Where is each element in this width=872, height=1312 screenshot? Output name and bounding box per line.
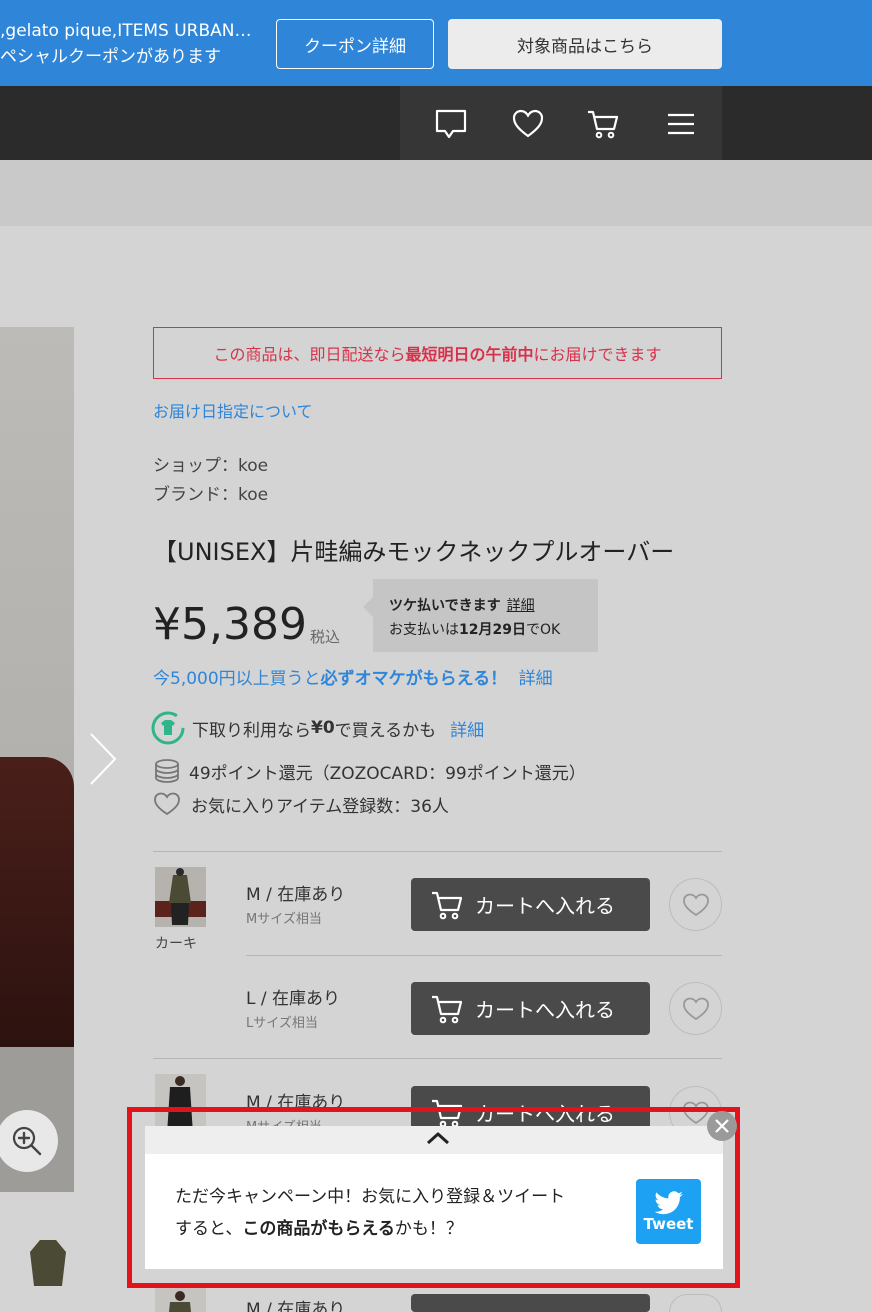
bonus-detail-link[interactable]: 詳細	[519, 669, 553, 689]
top-nav	[0, 86, 872, 160]
pay-date: 12月29日	[459, 622, 526, 638]
variant-size: L / 在庫あり	[246, 989, 341, 1009]
sofa-graphic	[0, 757, 74, 1047]
tweet-button[interactable]: Tweet	[636, 1179, 701, 1244]
variant-thumbnail[interactable]	[155, 1288, 206, 1312]
heart-icon[interactable]	[511, 108, 545, 140]
chevron-up-icon[interactable]	[426, 1131, 450, 1145]
favorites-row: お気に入りアイテム登録数：36人	[153, 791, 449, 817]
brand-name[interactable]: ブランド：koe	[153, 480, 268, 505]
favorite-button[interactable]	[669, 1294, 722, 1312]
variant-size-note: Lサイズ相当	[246, 1016, 318, 1031]
add-to-cart-button[interactable]	[411, 1294, 650, 1312]
delivery-date-link[interactable]: お届け日指定について	[153, 398, 313, 422]
add-to-cart-button[interactable]: カートへ入れる	[411, 982, 650, 1035]
variant-thumbnail-khaki[interactable]	[155, 867, 206, 927]
banner-line-1: ,gelato pique,ITEMS URBAN…	[0, 21, 252, 41]
product-thumbnail[interactable]	[26, 1236, 70, 1290]
variant-color-label: カーキ	[155, 936, 197, 952]
breadcrumb-strip	[0, 160, 872, 226]
trade-in-price: ¥0	[311, 718, 335, 738]
divider	[246, 955, 722, 956]
cart-icon[interactable]	[586, 108, 620, 140]
heart-icon	[682, 893, 709, 916]
cart-icon	[432, 995, 463, 1023]
banner-text: ,gelato pique,ITEMS URBAN… ペシャルクーポンがあります	[0, 18, 251, 70]
delivery-prefix: この商品は、即日配送なら	[213, 345, 406, 364]
add-to-cart-button[interactable]: カートへ入れる	[411, 878, 650, 931]
campaign-line-2-prefix: すると、	[175, 1219, 243, 1239]
trade-in-row: 下取り利用なら ¥0 で買えるかも 詳細	[150, 710, 484, 746]
pay-prefix: お支払いは	[389, 622, 459, 638]
bonus-prefix: 今5,000円以上買うと	[153, 669, 321, 689]
campaign-line-2-suffix: かも！？	[394, 1219, 463, 1239]
points-text: 49ポイント還元（ZOZOCARD：99ポイント還元）	[189, 763, 586, 784]
trade-in-icon	[151, 711, 185, 745]
bonus-highlight: 必ずオマケがもらえる！	[320, 669, 508, 689]
product-image[interactable]	[0, 327, 74, 1192]
variant-size: M / 在庫あり	[246, 1300, 346, 1312]
cart-icon	[432, 891, 463, 919]
deferred-payment-tooltip: ツケ払いできます 詳細 お支払いは12月29日でOK	[363, 579, 598, 652]
nav-icon-group	[400, 86, 722, 160]
popup-close-button[interactable]	[707, 1111, 737, 1141]
campaign-line-1: ただ今キャンペーン中！お気に入り登録＆ツイート	[175, 1187, 566, 1207]
coupon-banner: ,gelato pique,ITEMS URBAN… ペシャルクーポンがあります…	[0, 0, 872, 86]
add-to-cart-label: カートへ入れる	[475, 894, 615, 918]
points-row: 49ポイント還元（ZOZOCARD：99ポイント還元）	[153, 757, 586, 785]
trade-in-detail-link[interactable]: 詳細	[450, 716, 484, 741]
coins-icon	[155, 759, 179, 783]
shop-name[interactable]: ショップ：koe	[153, 451, 268, 476]
close-icon	[715, 1119, 729, 1133]
product-title: 【UNISEX】片畦編みモックネックプルオーバー	[153, 538, 675, 566]
delivery-notice: この商品は、即日配送なら 最短明日の午前中 にお届けできます	[153, 327, 722, 379]
divider	[153, 851, 722, 852]
product-price: ¥5,389	[153, 599, 307, 650]
deferred-payment-detail-link[interactable]: 詳細	[507, 598, 535, 614]
zoom-in-icon	[12, 1126, 42, 1156]
variant-size-note: Mサイズ相当	[246, 912, 322, 927]
pay-suffix: でOK	[525, 622, 561, 638]
add-to-cart-label: カートへ入れる	[475, 998, 615, 1022]
heart-outline-icon	[154, 792, 180, 816]
delivery-highlight: 最短明日の午前中	[405, 345, 534, 364]
favorites-count: お気に入りアイテム登録数：36人	[191, 796, 449, 817]
menu-icon[interactable]	[664, 108, 698, 140]
coupon-detail-button[interactable]: クーポン詳細	[276, 19, 434, 69]
chat-icon[interactable]	[434, 108, 468, 140]
trade-in-suffix: で買えるかも	[334, 720, 437, 741]
next-image-arrow-icon[interactable]	[88, 732, 118, 786]
variant-size: M / 在庫あり	[246, 885, 346, 905]
delivery-suffix: にお届けできます	[533, 345, 662, 364]
target-products-button[interactable]: 対象商品はこちら	[448, 19, 722, 69]
tweet-label: Tweet	[643, 1214, 694, 1233]
favorite-button[interactable]	[669, 878, 722, 931]
banner-line-2: ペシャルクーポンがあります	[0, 47, 221, 67]
trade-in-prefix: 下取り利用なら	[192, 720, 311, 741]
divider	[153, 1058, 722, 1059]
favorite-button[interactable]	[669, 982, 722, 1035]
deferred-payment-label: ツケ払いできます	[389, 598, 501, 614]
heart-icon	[682, 997, 709, 1020]
tax-label: 税込	[310, 628, 341, 646]
twitter-bird-icon	[654, 1190, 683, 1214]
campaign-text: ただ今キャンペーン中！お気に入り登録＆ツイート すると、この商品がもらえるかも！…	[175, 1181, 565, 1245]
bonus-gift-notice: 今5,000円以上買うと必ずオマケがもらえる！ 詳細	[153, 664, 553, 689]
campaign-line-2-bold: この商品がもらえる	[242, 1219, 395, 1239]
